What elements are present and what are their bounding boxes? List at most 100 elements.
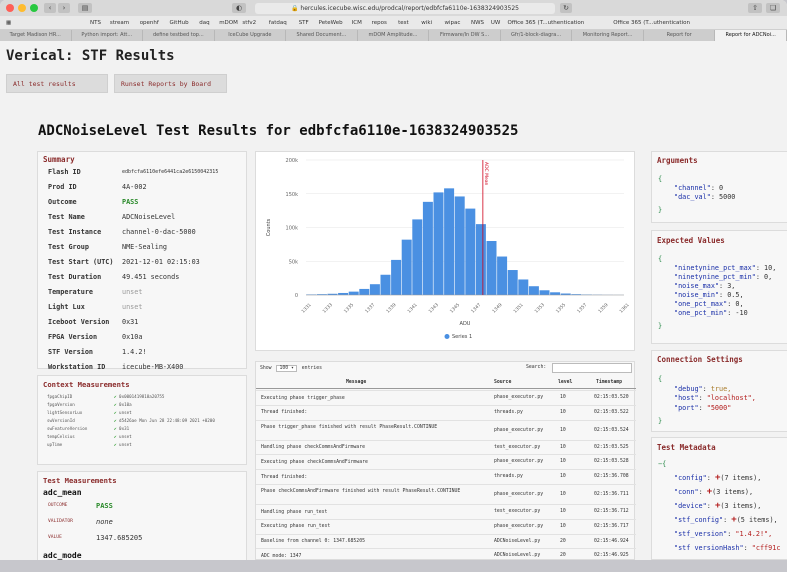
browser-tab[interactable]: Python import: Att... [72, 30, 144, 41]
bookmark-item[interactable]: stream [110, 16, 129, 29]
bookmark-item[interactable]: test [398, 16, 409, 29]
column-header[interactable]: Timestamp [596, 377, 622, 389]
histogram-bar[interactable] [348, 291, 359, 296]
histogram-bar[interactable] [412, 219, 423, 295]
log-row: Phase trigger_phase finished with result… [256, 419, 636, 440]
log-cell: ADC mode: 1347 [261, 553, 302, 559]
browser-tab[interactable]: Target Madison HR... [0, 30, 72, 41]
json-key: "debug" [674, 384, 703, 393]
bookmark-item[interactable]: fatdaq [269, 16, 287, 29]
histogram-bar[interactable] [359, 288, 370, 295]
legend-label[interactable]: Series 1 [452, 334, 472, 340]
summary-value: channel-0-dac-5000 [122, 228, 196, 236]
privacy-shield-icon[interactable]: ◐ [232, 3, 246, 13]
bookmark-item[interactable]: daq [199, 16, 209, 29]
maximize-window-icon[interactable] [30, 4, 38, 12]
bookmarks-grid-icon[interactable]: ▦ [6, 16, 11, 29]
browser-tab[interactable]: define testbed top... [143, 30, 215, 41]
column-header[interactable]: level [558, 377, 572, 389]
browser-tab[interactable]: IceCube Upgrade [215, 30, 287, 41]
forward-icon[interactable]: › [58, 3, 70, 13]
bookmark-item[interactable]: stfv2 [242, 16, 256, 29]
json-key: "conn" [674, 488, 699, 496]
bookmark-item[interactable]: GitHub [170, 16, 189, 29]
summary-panel: Summary Flash ID edbfcfa6110efe6441ca2e61… [37, 151, 247, 371]
json-line: "ninetynine_pct_max": 10, [674, 264, 777, 272]
histogram-bar[interactable] [539, 290, 550, 295]
browser-tab[interactable]: Shared Document... [286, 30, 358, 41]
share-icon[interactable]: ⇧ [748, 3, 762, 13]
column-header[interactable]: Source [494, 377, 511, 389]
context-row: swVersionId ✔ d5426ae Mon Jun 28 22:48:09… [38, 417, 253, 425]
x-tick-label: 1349 [491, 302, 503, 314]
bookmark-item[interactable]: openhf [140, 16, 159, 29]
column-header[interactable]: Message [346, 377, 366, 389]
histogram-bar[interactable] [550, 292, 561, 295]
log-cell: Handling phase run_test [261, 509, 328, 515]
histogram-bar[interactable] [444, 188, 455, 295]
json-key: "device" [674, 502, 707, 510]
histogram-bar[interactable] [433, 192, 444, 295]
bookmark-item[interactable]: Office 365 (T...uthentication [613, 16, 690, 29]
log-cell: 02:15:36.717 [594, 523, 629, 529]
brace-close-icon: } [658, 206, 663, 214]
close-window-icon[interactable] [6, 4, 14, 12]
histogram-bar[interactable] [369, 284, 380, 295]
url-bar[interactable]: 🔒 hercules.icecube.wisc.edu/prodcal/repo… [255, 3, 555, 14]
entries-label: entries [301, 366, 323, 371]
histogram-bar[interactable] [465, 208, 476, 295]
json-key: "noise_max" [674, 282, 720, 290]
histogram-bar[interactable] [380, 274, 391, 295]
connection-settings-title: Connection Settings [657, 355, 743, 364]
bookmark-item[interactable]: UW [491, 16, 500, 29]
browser-tab[interactable]: Gfr/1-block-diagra... [501, 30, 573, 41]
bookmark-item[interactable]: wipac [445, 16, 461, 29]
log-row: Thread finished: threads.py 10 02:15:03.522 [256, 404, 636, 420]
bookmark-item[interactable]: STF [299, 16, 309, 29]
bookmark-item[interactable]: ICM [352, 16, 362, 29]
reload-icon[interactable]: ↻ [560, 3, 572, 13]
minimize-window-icon[interactable] [18, 4, 26, 12]
histogram-bar[interactable] [338, 292, 349, 295]
histogram-bar[interactable] [528, 286, 539, 295]
bookmark-item[interactable]: NTS [90, 16, 101, 29]
histogram-bar[interactable] [401, 239, 412, 295]
bookmark-item[interactable]: wiki [421, 16, 432, 29]
tabs-overview-icon[interactable]: ❏ [766, 3, 780, 13]
context-value: 0x0001419818a20755 [119, 394, 165, 399]
legend-marker[interactable] [444, 334, 450, 339]
histogram-bar[interactable] [507, 270, 518, 295]
bookmark-item[interactable]: Office 365 (T...uthentication [508, 16, 585, 29]
bookmark-item[interactable]: PeteWeb [319, 16, 343, 29]
histogram-bar[interactable] [454, 196, 465, 295]
bookmark-item[interactable]: mDOM [219, 16, 238, 29]
back-icon[interactable]: ‹ [44, 3, 56, 13]
browser-tab[interactable]: mDOM Amplitude... [358, 30, 430, 41]
nav-runset-reports[interactable]: Runset Reports by Board [114, 74, 227, 93]
log-cell: 02:15:36.711 [594, 492, 629, 497]
json-line: "conn": +(3 items), [674, 487, 754, 497]
context-key: swFeatureVersion [47, 426, 88, 431]
bookmark-item[interactable]: repos [372, 16, 387, 29]
sidebar-toggle-icon[interactable]: ▤ [78, 3, 92, 13]
browser-tab[interactable]: Report for ADCNoi... [715, 30, 787, 41]
search-input[interactable] [552, 363, 632, 373]
histogram-bar[interactable] [486, 241, 497, 295]
browser-tab[interactable]: Monitoring Report... [572, 30, 644, 41]
browser-tab[interactable]: Firmware/In DW S... [429, 30, 501, 41]
histogram-bar[interactable] [518, 279, 529, 295]
browser-tab[interactable]: Report for [644, 30, 716, 41]
entries-select-value: 100 [279, 366, 289, 371]
bookmark-item[interactable]: NWS [471, 16, 484, 29]
histogram-bar[interactable] [422, 201, 433, 295]
summary-row: FPGA Version 0x10a [38, 330, 253, 345]
histogram-bar[interactable] [497, 256, 508, 295]
context-value: 0x31 [119, 426, 130, 431]
entries-select[interactable]: 100 ▾ [276, 365, 297, 372]
histogram-bar[interactable] [391, 259, 402, 295]
search-label: Search: [526, 365, 547, 370]
nav-all-test-results[interactable]: All test results [6, 74, 108, 93]
context-value: unset [119, 410, 132, 415]
histogram-bar[interactable] [475, 224, 486, 296]
summary-value: edbfcfa6110efe6441ca2e6150042315 [122, 169, 219, 175]
